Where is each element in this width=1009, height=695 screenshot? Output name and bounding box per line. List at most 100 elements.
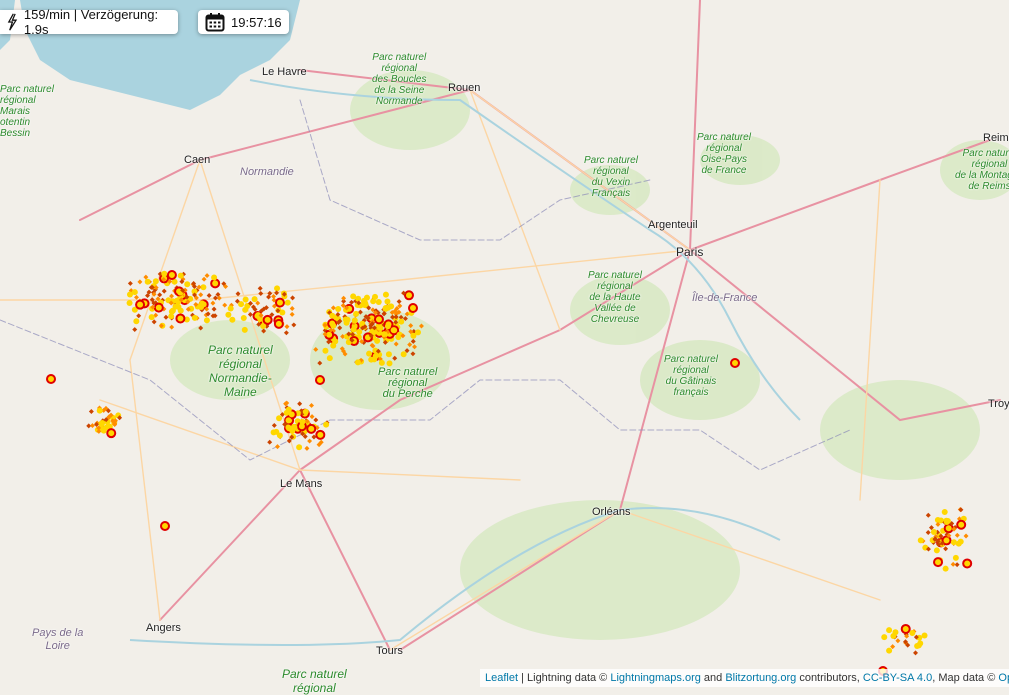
strike-marker [184, 281, 191, 288]
strike-marker [161, 288, 167, 294]
strike-marker [210, 278, 221, 289]
strike-marker [137, 279, 143, 285]
strike-marker [330, 322, 337, 329]
strike-marker [201, 276, 207, 282]
osm-link[interactable]: Ope [998, 672, 1009, 684]
strike-marker [385, 304, 392, 311]
strike-marker [175, 313, 186, 324]
strike-marker [126, 300, 133, 307]
strike-marker [384, 298, 391, 305]
strike-marker [274, 285, 281, 292]
strike-marker [134, 294, 139, 300]
strike-marker [267, 439, 273, 445]
city-label-paris: Paris [676, 245, 704, 259]
strike-marker [132, 327, 138, 333]
strike-marker [133, 318, 140, 325]
park-label-chevreuse: Parc naturel régional de la Haute Vallée… [588, 270, 642, 325]
city-label-le-mans: Le Mans [280, 478, 323, 490]
strike-marker [166, 270, 177, 281]
strike-marker [376, 324, 383, 331]
strike-marker [283, 330, 289, 336]
strike-marker [153, 302, 164, 313]
strike-marker [381, 331, 388, 338]
strike-marker [161, 270, 168, 277]
park-label-perche: Parc naturel régional du Perche [378, 366, 438, 400]
leaflet-link[interactable]: Leaflet [485, 672, 518, 684]
strike-marker [957, 538, 964, 545]
strike-marker [909, 630, 916, 637]
strike-marker [222, 302, 228, 308]
strike-marker [886, 647, 893, 654]
blitzortung-link[interactable]: Blitzortung.org [725, 672, 796, 684]
strike-marker [332, 338, 339, 345]
strike-rate-control: 159/min | Verzögerung: 1.9s [0, 7, 178, 37]
strike-marker [384, 323, 391, 330]
strike-marker [408, 303, 418, 313]
strike-marker [326, 355, 333, 362]
strike-marker [229, 316, 236, 323]
strike-marker [257, 285, 263, 291]
strike-marker [289, 306, 295, 311]
strike-marker [890, 632, 897, 639]
region-label-normandie: Normandie [240, 166, 294, 178]
strike-marker [296, 444, 303, 451]
strike-marker [368, 356, 375, 363]
strike-marker [242, 306, 249, 313]
strike-marker [398, 318, 405, 325]
strike-marker [240, 314, 247, 321]
city-label-angers: Angers [146, 622, 181, 634]
strike-marker [304, 445, 310, 451]
strike-marker [275, 444, 280, 450]
attribution-text: and [700, 672, 726, 684]
strike-marker [917, 537, 924, 544]
strike-marker [302, 408, 309, 415]
strike-marker [950, 539, 957, 546]
strike-marker [206, 293, 212, 298]
strike-marker [895, 638, 901, 644]
park-label-marais: Parc naturel régional Marais otentin Bes… [0, 84, 54, 139]
strike-marker [271, 422, 277, 428]
map-canvas[interactable] [0, 0, 1009, 687]
strike-rate-text: 159/min | Verzögerung: 1.9s [23, 7, 159, 37]
strike-marker [274, 290, 280, 296]
city-label-troyes: Troy [988, 398, 1009, 410]
strike-marker [954, 532, 960, 538]
strike-marker [323, 421, 330, 428]
strike-marker [881, 634, 888, 641]
strike-marker [251, 296, 258, 303]
strike-marker [204, 273, 210, 279]
strike-marker [315, 375, 325, 385]
strike-marker [390, 327, 397, 334]
strike-marker [242, 296, 249, 303]
strike-marker [403, 290, 414, 301]
strike-marker [276, 415, 283, 422]
strike-marker [273, 318, 284, 329]
strike-marker [285, 424, 292, 431]
strike-marker [203, 317, 210, 324]
strike-marker [886, 627, 893, 634]
city-label-tours: Tours [376, 645, 403, 657]
strike-marker [366, 350, 373, 357]
strike-marker [212, 295, 218, 301]
strike-marker [168, 313, 175, 320]
strike-marker [954, 562, 960, 568]
strike-marker [350, 326, 357, 333]
strike-marker [148, 314, 155, 321]
lightningmaps-link[interactable]: Lightningmaps.org [610, 672, 701, 684]
time-control[interactable]: 19:57:16 [198, 10, 289, 34]
strike-marker [241, 326, 248, 333]
park-label-vexin: Parc naturel régional du Vexin Français [584, 155, 638, 199]
strike-marker [274, 297, 285, 308]
strike-marker [299, 418, 306, 425]
strike-marker [262, 314, 273, 325]
strike-marker [169, 307, 176, 314]
strike-marker [925, 530, 931, 535]
license-link[interactable]: CC-BY-SA 4.0 [863, 672, 932, 684]
strike-marker [98, 420, 105, 427]
strike-marker [270, 429, 277, 436]
strike-marker [151, 319, 157, 325]
strike-marker [309, 402, 314, 408]
strike-marker [385, 351, 392, 358]
strike-marker [290, 295, 296, 301]
strike-marker [284, 299, 291, 306]
